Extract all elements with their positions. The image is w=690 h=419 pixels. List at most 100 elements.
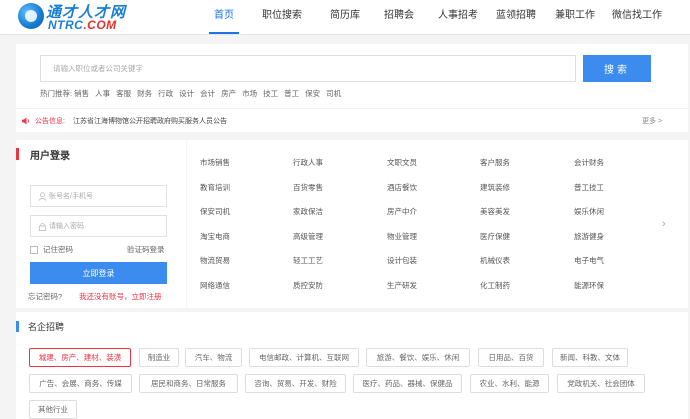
hot-keywords: 热门推荐: 销售 人事 客服 财务 行政 设计 会计 房产 市场 技工 普工 保…	[40, 88, 347, 99]
hot-keyword[interactable]: 普工	[284, 88, 299, 99]
category-link[interactable]: 娱乐休闲	[574, 206, 604, 217]
nav-job-fair[interactable]: 招聘会	[375, 0, 423, 35]
code-login-link[interactable]: 验证码登录	[127, 244, 165, 255]
account-input[interactable]	[49, 186, 164, 206]
hot-keyword[interactable]: 市场	[242, 88, 257, 99]
notice-more-link[interactable]: 更多 >	[642, 116, 662, 126]
nav-wechat-jobs[interactable]: 微信找工作	[607, 0, 667, 35]
password-field[interactable]	[30, 215, 167, 237]
category-link[interactable]: 高级管理	[293, 231, 323, 242]
category-link[interactable]: 旅游健身	[574, 231, 604, 242]
main-nav: 首页 职位搜索 简历库 招聘会 人事招考 蓝领招聘 兼职工作 微信找工作	[200, 0, 667, 35]
section-marker	[16, 321, 19, 332]
category-link[interactable]: 家政保洁	[293, 206, 323, 217]
category-link[interactable]: 文职文员	[387, 157, 417, 168]
nav-personnel-exam[interactable]: 人事招考	[429, 0, 487, 35]
industry-tag[interactable]: 广告、会展、商务、传媒	[29, 374, 132, 393]
hot-keyword[interactable]: 行政	[158, 88, 173, 99]
category-link[interactable]: 美容美发	[480, 206, 510, 217]
search-panel: 搜索 热门推荐: 销售 人事 客服 财务 行政 设计 会计 房产 市场 技工 普…	[16, 44, 688, 132]
category-link[interactable]: 能源环保	[574, 280, 604, 291]
nav-home[interactable]: 首页	[200, 0, 248, 35]
category-link[interactable]: 淘宝电商	[200, 231, 230, 242]
hot-keyword[interactable]: 设计	[179, 88, 194, 99]
category-link[interactable]: 电子电气	[574, 255, 604, 266]
hot-keyword[interactable]: 会计	[200, 88, 215, 99]
hot-keyword[interactable]: 财务	[137, 88, 152, 99]
account-field[interactable]	[30, 185, 167, 207]
industry-tag[interactable]: 新闻、科教、文体	[552, 348, 628, 367]
industry-tag[interactable]: 居民和商务、日常服务	[139, 374, 238, 393]
category-link[interactable]: 市场销售	[200, 157, 230, 168]
notice-label: 公告信息:	[35, 118, 65, 125]
industry-tag[interactable]: 制造业	[139, 348, 179, 367]
remember-password[interactable]: 记住密码	[30, 244, 73, 255]
nav-job-search[interactable]: 职位搜索	[253, 0, 311, 35]
industry-tag[interactable]: 旅游、餐饮、娱乐、休闲	[366, 348, 470, 367]
hot-keyword[interactable]: 司机	[326, 88, 341, 99]
category-link[interactable]: 生产研发	[387, 280, 417, 291]
category-link[interactable]: 普工技工	[574, 182, 604, 193]
famous-companies: 名企招聘 城建、房产、建材、装潢 制造业 汽车、物流 电信邮政、计算机、互联网 …	[16, 312, 688, 419]
logo-icon	[18, 3, 44, 29]
industry-tag[interactable]: 党政机关、社会团体	[557, 374, 645, 393]
logo-english-name: NTRC.COM	[48, 18, 117, 32]
section-marker	[16, 148, 19, 160]
category-link[interactable]: 房产中介	[387, 206, 417, 217]
notice-bar: 公告信息: 江苏省江海博物馆公开招聘政府购买服务人员公告	[22, 116, 227, 126]
category-link[interactable]: 客户服务	[480, 157, 510, 168]
category-link[interactable]: 网络通信	[200, 280, 230, 291]
industry-tag[interactable]: 汽车、物流	[185, 348, 242, 367]
lock-icon	[38, 222, 47, 231]
hot-keywords-label: 热门推荐:	[40, 89, 73, 98]
remember-checkbox[interactable]	[30, 245, 38, 254]
category-link[interactable]: 质控安防	[293, 280, 323, 291]
hot-keyword[interactable]: 技工	[263, 88, 278, 99]
industry-tag[interactable]: 日用品、百货	[478, 348, 544, 367]
site-logo[interactable]: 通才人才网 NTRC.COM	[18, 1, 128, 33]
industry-tag[interactable]: 电信邮政、计算机、互联网	[249, 348, 359, 367]
search-button[interactable]: 搜索	[583, 55, 651, 82]
category-link[interactable]: 保安司机	[200, 206, 230, 217]
register-link[interactable]: 我还没有账号，立即注册	[79, 291, 162, 302]
password-input[interactable]	[49, 216, 164, 236]
category-link[interactable]: 轻工工艺	[293, 255, 323, 266]
industry-tag[interactable]: 农业、水利、能源	[470, 374, 549, 393]
category-link[interactable]: 设计包装	[387, 255, 417, 266]
hot-keyword[interactable]: 人事	[95, 88, 110, 99]
forgot-password-link[interactable]: 忘记密码?	[28, 291, 62, 302]
category-link[interactable]: 物流贸易	[200, 255, 230, 266]
category-link[interactable]: 建筑装修	[480, 182, 510, 193]
category-link[interactable]: 物业管理	[387, 231, 417, 242]
nav-resume-library[interactable]: 简历库	[321, 0, 369, 35]
hot-keyword[interactable]: 房产	[221, 88, 236, 99]
site-header: 通才人才网 NTRC.COM 首页 职位搜索 简历库 招聘会 人事招考 蓝领招聘…	[0, 0, 690, 35]
category-link[interactable]: 化工制药	[480, 280, 510, 291]
industry-tag[interactable]: 其他行业	[29, 400, 77, 419]
industry-tag[interactable]: 咨询、贸易、开发、财险	[245, 374, 346, 393]
nav-part-time[interactable]: 兼职工作	[551, 0, 599, 35]
login-panel: 用户登录 记住密码 验证码登录 立即登录 忘记密码? 我还没有账号，立即注册	[16, 140, 186, 308]
login-title: 用户登录	[30, 151, 70, 162]
category-link[interactable]: 酒店餐饮	[387, 182, 417, 193]
industry-tag[interactable]: 医疗、药品、器械、保健品	[353, 374, 462, 393]
login-button[interactable]: 立即登录	[30, 262, 167, 284]
hot-keyword[interactable]: 销售	[74, 88, 89, 99]
hot-keyword[interactable]: 保安	[305, 88, 320, 99]
chevron-right-icon[interactable]: ›	[662, 218, 666, 230]
industry-tag[interactable]: 城建、房产、建材、装潢	[29, 348, 131, 367]
search-input[interactable]	[40, 55, 576, 82]
speaker-icon	[22, 117, 29, 125]
nav-blue-collar[interactable]: 蓝领招聘	[492, 0, 540, 35]
user-icon	[38, 192, 47, 201]
job-categories: 市场销售 行政人事 文职文员 客户服务 会计财务 教育培训 百货零售 酒店餐饮 …	[187, 140, 688, 308]
category-link[interactable]: 机械仪表	[480, 255, 510, 266]
category-link[interactable]: 行政人事	[293, 157, 323, 168]
notice-link[interactable]: 江苏省江海博物馆公开招聘政府购买服务人员公告	[73, 116, 227, 126]
category-link[interactable]: 会计财务	[574, 157, 604, 168]
category-link[interactable]: 医疗保健	[480, 231, 510, 242]
divider	[16, 108, 688, 109]
category-link[interactable]: 教育培训	[200, 182, 230, 193]
category-link[interactable]: 百货零售	[293, 182, 323, 193]
hot-keyword[interactable]: 客服	[116, 88, 131, 99]
